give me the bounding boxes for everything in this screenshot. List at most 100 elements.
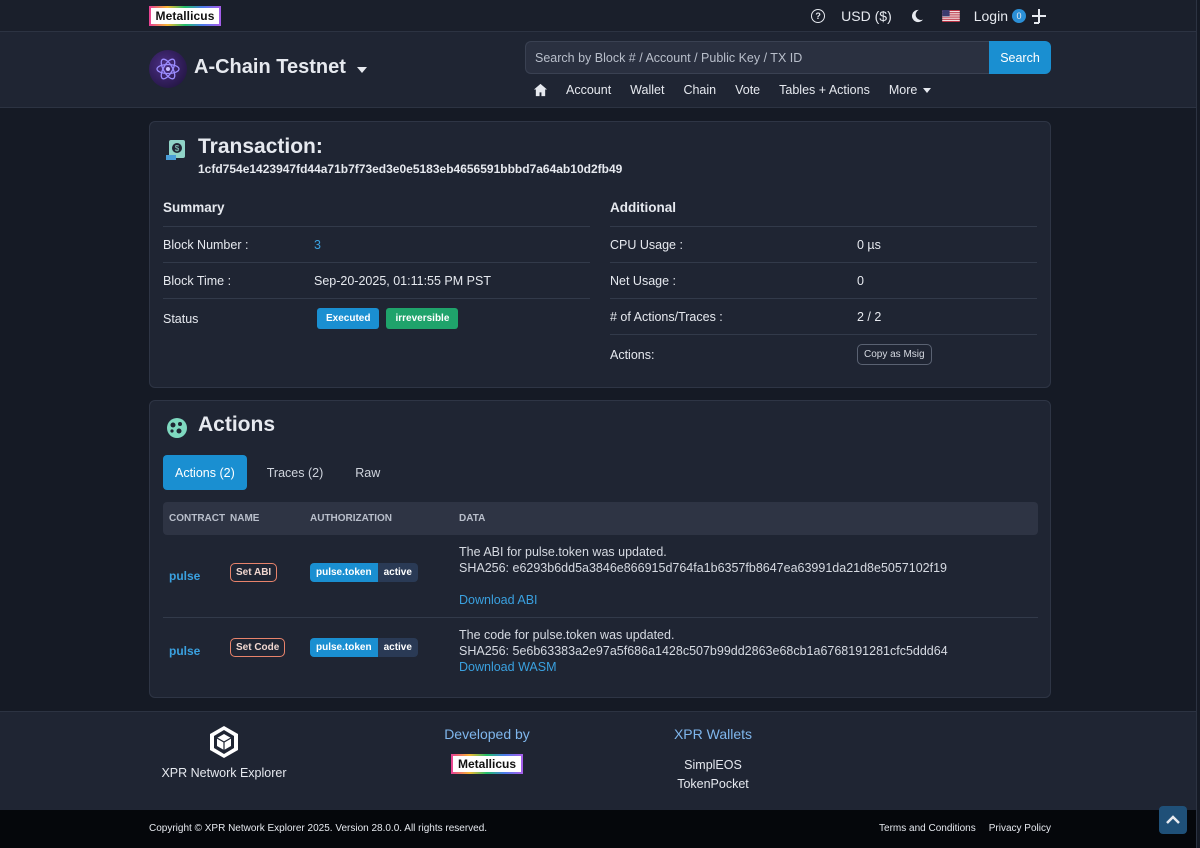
metallicus-logo-text: Metallicus	[155, 9, 215, 23]
footer-developed: Developed by Metallicus	[412, 726, 562, 774]
auth-actor-link[interactable]: pulse.token	[310, 638, 378, 657]
main-nav: Account Wallet Chain Vote Tables + Actio…	[533, 83, 932, 97]
svg-text:$: $	[175, 144, 180, 153]
footer: XPR Network Explorer Developed by Metall…	[0, 711, 1200, 810]
search-button[interactable]: Search	[989, 41, 1051, 74]
us-flag-icon[interactable]	[941, 10, 960, 22]
legal-links: Terms and Conditions Privacy Policy	[879, 823, 1051, 834]
nav-more[interactable]: More	[888, 83, 932, 97]
contract-link[interactable]: pulse	[169, 569, 200, 583]
tab-actions[interactable]: Actions (2)	[163, 455, 247, 490]
data-line-2: SHA256: 5e6b63383a2e97a5f686a1428c507b99…	[459, 644, 948, 658]
additional-title: Additional	[610, 200, 676, 215]
auth-permission: active	[377, 563, 418, 582]
header: A-Chain Testnet Search Account Wallet Ch…	[0, 32, 1200, 108]
action-data: The ABI for pulse.token was updated. SHA…	[459, 544, 947, 608]
scrollbar[interactable]	[1196, 0, 1200, 848]
status-label: Status	[163, 311, 199, 326]
cpu-usage-value: 0 µs	[857, 237, 881, 252]
status-executed-badge: Executed	[317, 308, 380, 329]
data-line-1: The code for pulse.token was updated.	[459, 628, 675, 642]
status-badges: Executed irreversible	[317, 308, 459, 329]
home-icon[interactable]	[533, 83, 548, 97]
metallicus-footer-logo-text: Metallicus	[457, 757, 517, 771]
transaction-card: $ Transaction: 1cfd754e1423947fd44a71b7f…	[149, 121, 1051, 388]
nav-account[interactable]: Account	[566, 83, 611, 97]
block-number-row: Block Number : 3	[163, 226, 590, 262]
actions-icon	[167, 418, 187, 438]
actions-tabs: Actions (2) Traces (2) Raw	[163, 455, 400, 490]
actions-traces-label: # of Actions/Traces :	[610, 309, 723, 324]
search-input[interactable]	[525, 41, 989, 74]
column-name: NAME	[230, 513, 260, 524]
copy-as-msig-button[interactable]: Copy as Msig	[857, 344, 932, 365]
terms-link[interactable]: Terms and Conditions	[879, 823, 976, 834]
authorization-badge: pulse.token active	[310, 563, 418, 582]
net-usage-value: 0	[857, 273, 864, 288]
actions-title: Actions	[198, 413, 276, 436]
currency-selector[interactable]: USD ($)	[841, 8, 892, 24]
footer-wallets: XPR Wallets SimplEOS TokenPocket	[638, 726, 788, 791]
contract-link[interactable]: pulse	[169, 644, 200, 658]
wallets-title: XPR Wallets	[673, 726, 753, 742]
status-row: Status Executed irreversible	[163, 298, 590, 338]
top-bar: Metallicus ? USD ($) Login 0	[0, 0, 1200, 32]
block-number-label: Block Number :	[163, 237, 249, 252]
footer-explorer-label: XPR Network Explorer	[161, 766, 287, 780]
summary-title: Summary	[163, 200, 225, 215]
nav-chain[interactable]: Chain	[683, 83, 716, 97]
dev-tools-icon[interactable]	[1030, 7, 1048, 25]
data-line-2: SHA256: e6293b6dd5a3846e866915d764fa1b63…	[459, 561, 947, 575]
transaction-title: Transaction:	[198, 135, 323, 158]
footer-explorer[interactable]: XPR Network Explorer	[149, 724, 299, 780]
tab-traces[interactable]: Traces (2)	[255, 455, 336, 490]
chevron-up-icon	[1166, 815, 1180, 824]
block-time-row: Block Time : Sep-20-2025, 01:11:55 PM PS…	[163, 262, 590, 298]
privacy-link[interactable]: Privacy Policy	[989, 823, 1051, 834]
copyright: Copyright © XPR Network Explorer 2025. V…	[149, 823, 488, 834]
download-wasm-link[interactable]: Download WASM	[459, 659, 948, 675]
nav-more-label: More	[888, 83, 918, 97]
status-irreversible-badge: irreversible	[386, 308, 459, 329]
wallet-simpleos-link[interactable]: SimplEOS	[638, 758, 788, 772]
chevron-down-icon	[923, 88, 932, 94]
download-abi-link[interactable]: Download ABI	[459, 592, 947, 608]
column-authorization: AUTHORIZATION	[310, 513, 393, 524]
column-contract: CONTRACT	[169, 513, 226, 524]
actions-row: Actions: Copy as Msig	[610, 334, 1037, 374]
scroll-to-top-button[interactable]	[1159, 806, 1187, 834]
authorization-badge: pulse.token active	[310, 638, 418, 657]
actions-label: Actions:	[610, 347, 655, 362]
block-number-link[interactable]: 3	[314, 238, 321, 252]
nav-tables-actions[interactable]: Tables + Actions	[779, 83, 870, 97]
actions-traces-value: 2 / 2	[857, 309, 882, 324]
block-time-label: Block Time :	[163, 273, 232, 288]
net-usage-row: Net Usage : 0	[610, 262, 1037, 298]
chain-logo[interactable]	[149, 50, 187, 88]
action-data: The code for pulse.token was updated. SH…	[459, 627, 948, 675]
nav-wallet[interactable]: Wallet	[630, 83, 664, 97]
cpu-usage-row: CPU Usage : 0 µs	[610, 226, 1037, 262]
topbar-actions: ? USD ($) Login 0	[811, 0, 1048, 32]
developed-by-label: Developed by	[444, 726, 530, 742]
metallicus-logo[interactable]: Metallicus	[149, 6, 221, 26]
login-link[interactable]: Login	[974, 8, 1008, 24]
transaction-icon: $	[166, 140, 185, 160]
login-badge: 0	[1012, 9, 1026, 23]
help-icon[interactable]: ?	[811, 9, 826, 23]
auth-actor-link[interactable]: pulse.token	[310, 563, 378, 582]
transaction-hash: 1cfd754e1423947fd44a71b7f73ed3e0e5183eb4…	[198, 162, 623, 176]
tab-raw[interactable]: Raw	[343, 455, 392, 490]
action-name-badge: Set ABI	[230, 563, 278, 582]
nav-vote[interactable]: Vote	[735, 83, 760, 97]
data-line-1: The ABI for pulse.token was updated.	[459, 545, 667, 559]
atom-icon	[156, 58, 180, 80]
action-name-badge: Set Code	[230, 638, 286, 657]
moon-icon[interactable]	[910, 9, 924, 23]
chevron-down-icon[interactable]	[357, 67, 367, 73]
bottom-bar: Copyright © XPR Network Explorer 2025. V…	[0, 810, 1200, 848]
chain-name[interactable]: A-Chain Testnet	[194, 56, 346, 79]
actions-card: Actions Actions (2) Traces (2) Raw CONTR…	[149, 400, 1051, 698]
metallicus-footer-logo[interactable]: Metallicus	[451, 754, 523, 774]
wallet-tokenpocket-link[interactable]: TokenPocket	[638, 777, 788, 791]
